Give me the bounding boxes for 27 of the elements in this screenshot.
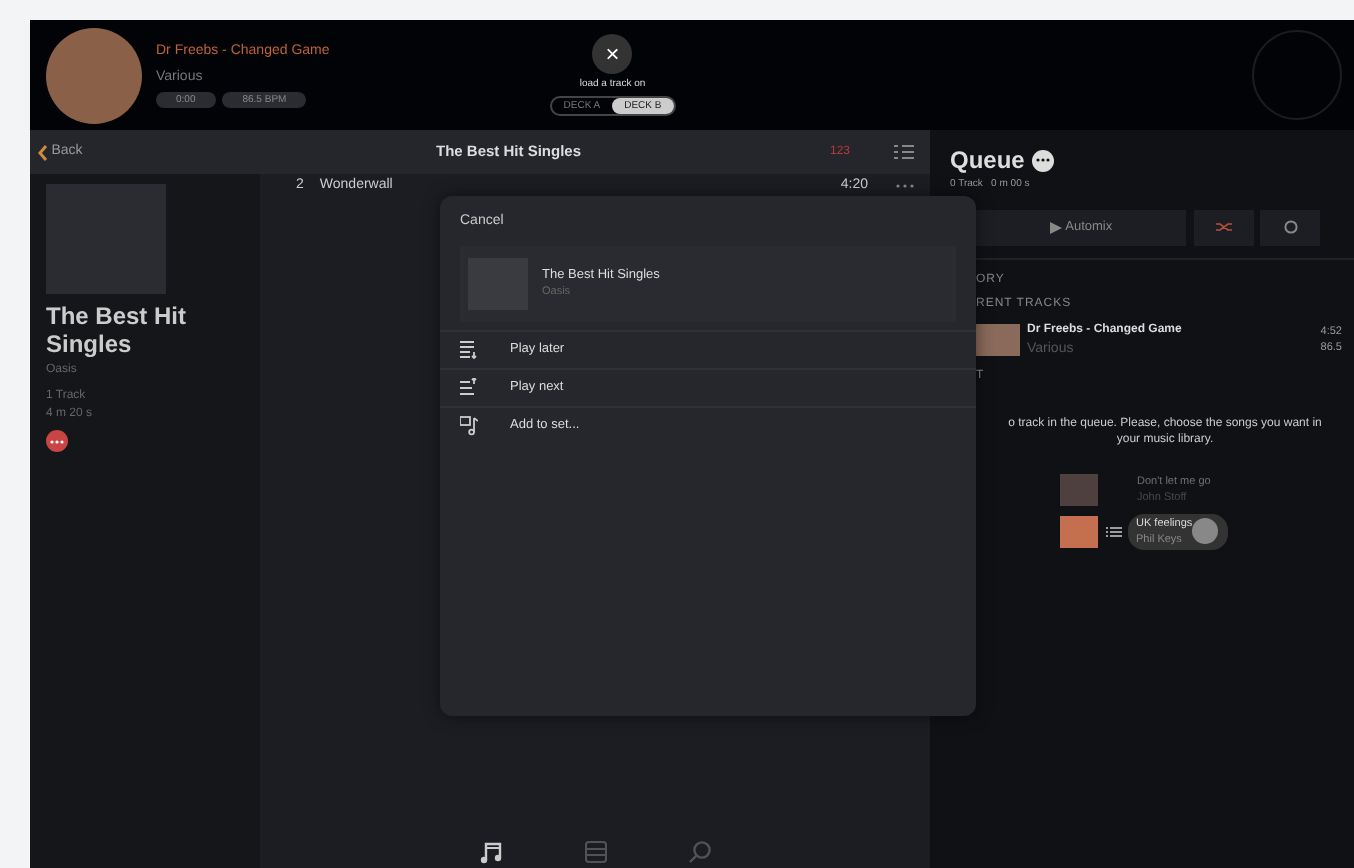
more-icon (50, 439, 64, 444)
play-icon (1049, 221, 1062, 233)
close-button[interactable]: × (592, 34, 633, 74)
music-icon (479, 840, 503, 864)
tab-button[interactable] (479, 840, 503, 864)
options-button[interactable] (1260, 209, 1320, 245)
search-icon (687, 840, 711, 864)
suggestion-thumbnail (1060, 515, 1098, 548)
queue-menu-button[interactable] (1031, 149, 1054, 171)
shuffle-icon (1215, 222, 1231, 232)
list-icon (460, 339, 478, 359)
list-icon (460, 377, 478, 397)
queue-title: Queue (950, 144, 1025, 178)
more-button[interactable] (46, 430, 68, 453)
album-art (46, 27, 142, 123)
more-icon (896, 184, 914, 189)
suggestion-thumbnail (1060, 473, 1098, 506)
track-thumbnail (976, 324, 1020, 357)
album-title: The Best Hit Singles (46, 301, 189, 359)
list-icon (1105, 525, 1121, 538)
music-note-icon (460, 415, 478, 435)
sets-icon (583, 840, 607, 864)
shuffle-button[interactable] (1193, 209, 1253, 245)
chevron-left-icon (38, 143, 48, 161)
circle-icon (1283, 220, 1297, 234)
avatar-outline (1252, 30, 1342, 120)
list-icon (894, 144, 914, 160)
